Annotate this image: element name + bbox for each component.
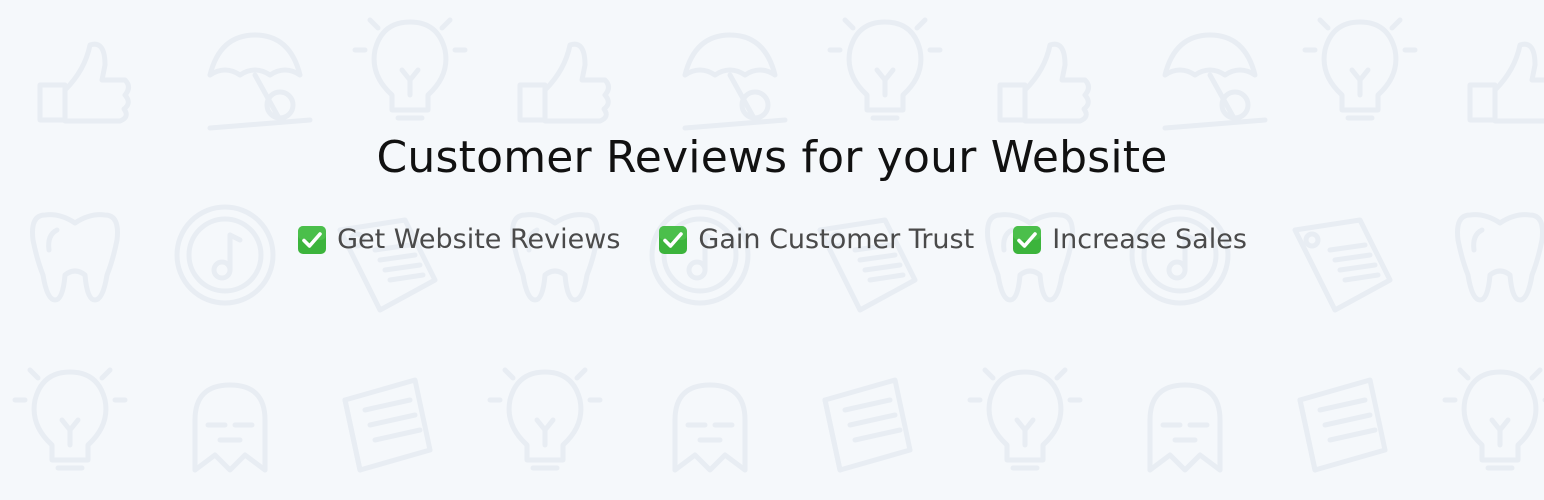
feature-label: Increase Sales: [1052, 224, 1247, 255]
check-mark-button-icon: [1013, 226, 1042, 254]
feature-item-get-website-reviews: Get Website Reviews: [297, 224, 620, 256]
feature-label: Get Website Reviews: [337, 224, 621, 255]
feature-item-gain-customer-trust: Gain Customer Trust: [658, 224, 974, 256]
check-mark-button-icon: [298, 226, 327, 254]
hero-section: Customer Reviews for your Website Get We…: [0, 128, 1544, 256]
page-title: Customer Reviews for your Website: [376, 132, 1168, 183]
feature-list: Get Website Reviews Gain Customer Trust …: [0, 224, 1544, 256]
feature-item-increase-sales: Increase Sales: [1012, 224, 1247, 256]
check-mark-button-icon: [659, 226, 688, 254]
feature-label: Gain Customer Trust: [698, 224, 975, 255]
